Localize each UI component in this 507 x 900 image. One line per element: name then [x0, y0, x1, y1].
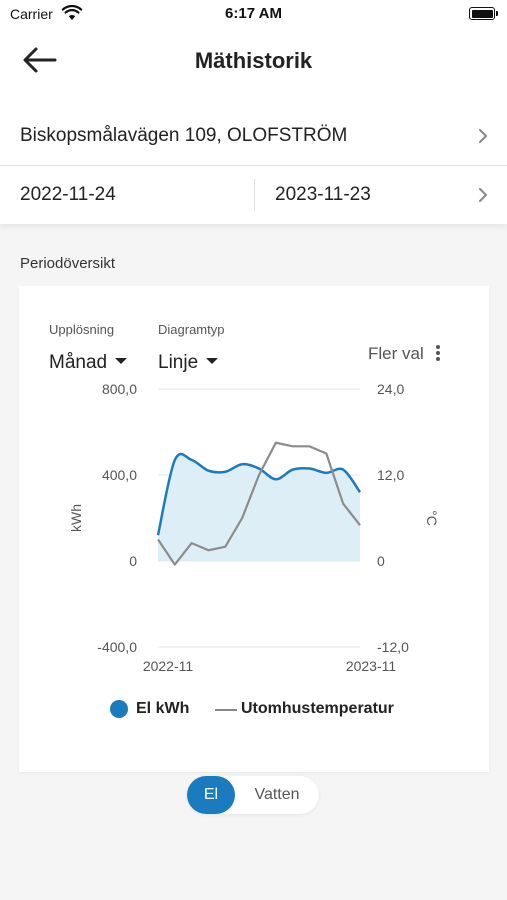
legend-el-marker: [110, 700, 128, 718]
y-tick-label: -400,0: [97, 639, 137, 655]
legend-temp-marker: [215, 709, 237, 711]
period-end[interactable]: 2023-11-23: [275, 184, 371, 206]
chevron-right-icon: [479, 129, 488, 143]
chart-card: Upplösning Diagramtyp Månad Linje Fler v…: [19, 286, 489, 772]
y-right-tick-label: 12,0: [377, 467, 404, 483]
y-tick-label: 0: [129, 553, 137, 569]
x-tick-label: 2023-11: [346, 658, 397, 674]
y-axis-label: kWh: [68, 504, 84, 532]
el-area: [158, 453, 360, 561]
y-right-tick-label: 0: [377, 553, 385, 569]
period-divider: [254, 179, 255, 211]
header: Mäthistorik: [0, 28, 507, 106]
toggle-water[interactable]: Vatten: [239, 776, 315, 814]
y-right-axis-label: °C: [424, 510, 440, 526]
utility-toggle: El Vatten: [187, 776, 319, 814]
address-text: Biskopsmålavägen 109, OLOFSTRÖM: [20, 125, 348, 146]
y-tick-label: 400,0: [102, 467, 137, 483]
toggle-el[interactable]: El: [187, 776, 235, 814]
status-time: 6:17 AM: [225, 5, 282, 22]
y-tick-label: 800,0: [102, 381, 137, 397]
address-selector[interactable]: Biskopsmålavägen 109, OLOFSTRÖM: [0, 106, 507, 166]
page-title: Mäthistorik: [194, 48, 313, 73]
section-title: Periodöversikt: [20, 255, 116, 272]
legend-el[interactable]: El kWh: [136, 700, 189, 718]
period-start[interactable]: 2022-11-24: [20, 184, 116, 206]
chevron-right-icon: [479, 188, 488, 202]
period-selector[interactable]: 2022-11-24 2023-11-23: [0, 166, 507, 224]
battery-icon: [469, 7, 498, 20]
chart: 800,0 400,0 0 -400,0 24,0 12,0 0 -12,0 2022-11 20…: [68, 381, 440, 674]
legend-temp[interactable]: Utomhustemperatur: [241, 700, 394, 718]
x-tick-label: 2022-11: [143, 658, 194, 674]
y-right-tick-label: -12,0: [377, 639, 409, 655]
y-right-tick-label: 24,0: [377, 381, 404, 397]
status-bar: Carrier 6:17 AM: [0, 0, 507, 28]
